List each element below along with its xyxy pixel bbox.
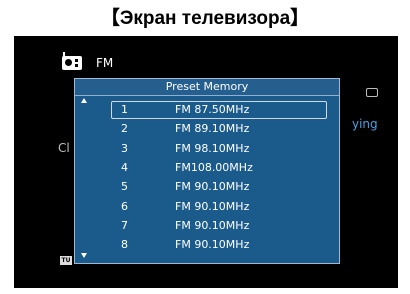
input-source-icon <box>62 52 82 70</box>
preset-frequency: FM 89.10MHz <box>175 122 250 136</box>
preset-item[interactable]: 6 FM 90.10MHz <box>111 198 327 216</box>
source-label: FM <box>96 56 114 70</box>
preset-number: 3 <box>121 141 128 155</box>
preset-frequency: FM 98.10MHz <box>175 141 250 155</box>
preset-number: 8 <box>121 238 128 252</box>
preset-memory-dialog: Preset Memory 1 FM 87.50MHz 2 FM 89.10MHz 3 F… <box>74 78 340 264</box>
preset-number: 7 <box>121 218 128 232</box>
preset-item[interactable]: 7 FM 90.10MHz <box>111 217 327 235</box>
tv-screen: FM Cl ying TU Preset Memory 1 FM 87.50MHz… <box>14 36 398 288</box>
preset-frequency: FM 90.10MHz <box>175 218 250 232</box>
background-text-left: Cl <box>58 141 70 155</box>
preset-frequency: FM108.00MHz <box>175 160 253 174</box>
preset-item[interactable]: 4 FM108.00MHz <box>111 159 327 177</box>
preset-item[interactable]: 3 FM 98.10MHz <box>111 140 327 158</box>
preset-frequency: FM 87.50MHz <box>175 103 250 116</box>
preset-frequency: FM 90.10MHz <box>175 238 250 252</box>
scroll-down-icon[interactable] <box>81 253 87 258</box>
preset-number: 6 <box>121 199 128 213</box>
preset-item[interactable]: 8 FM 90.10MHz <box>111 236 327 254</box>
preset-frequency: FM 90.10MHz <box>175 180 250 194</box>
scroll-up-icon[interactable] <box>81 98 87 103</box>
preset-item[interactable]: 5 FM 90.10MHz <box>111 178 327 196</box>
preset-item[interactable]: 2 FM 89.10MHz <box>111 120 327 138</box>
preset-number: 5 <box>121 180 128 194</box>
preset-number: 1 <box>121 103 128 116</box>
screen-caption: 【Экран телевизора】 <box>100 8 310 29</box>
preset-number: 2 <box>121 122 128 136</box>
preset-item[interactable]: 1 FM 87.50MHz <box>111 101 327 119</box>
tuner-badge: TU <box>60 256 72 265</box>
dialog-title: Preset Memory <box>75 79 339 96</box>
preset-frequency: FM 90.10MHz <box>175 199 250 213</box>
status-indicator-icon <box>366 88 378 97</box>
preset-number: 4 <box>121 160 128 174</box>
background-status-text: ying <box>352 117 378 131</box>
